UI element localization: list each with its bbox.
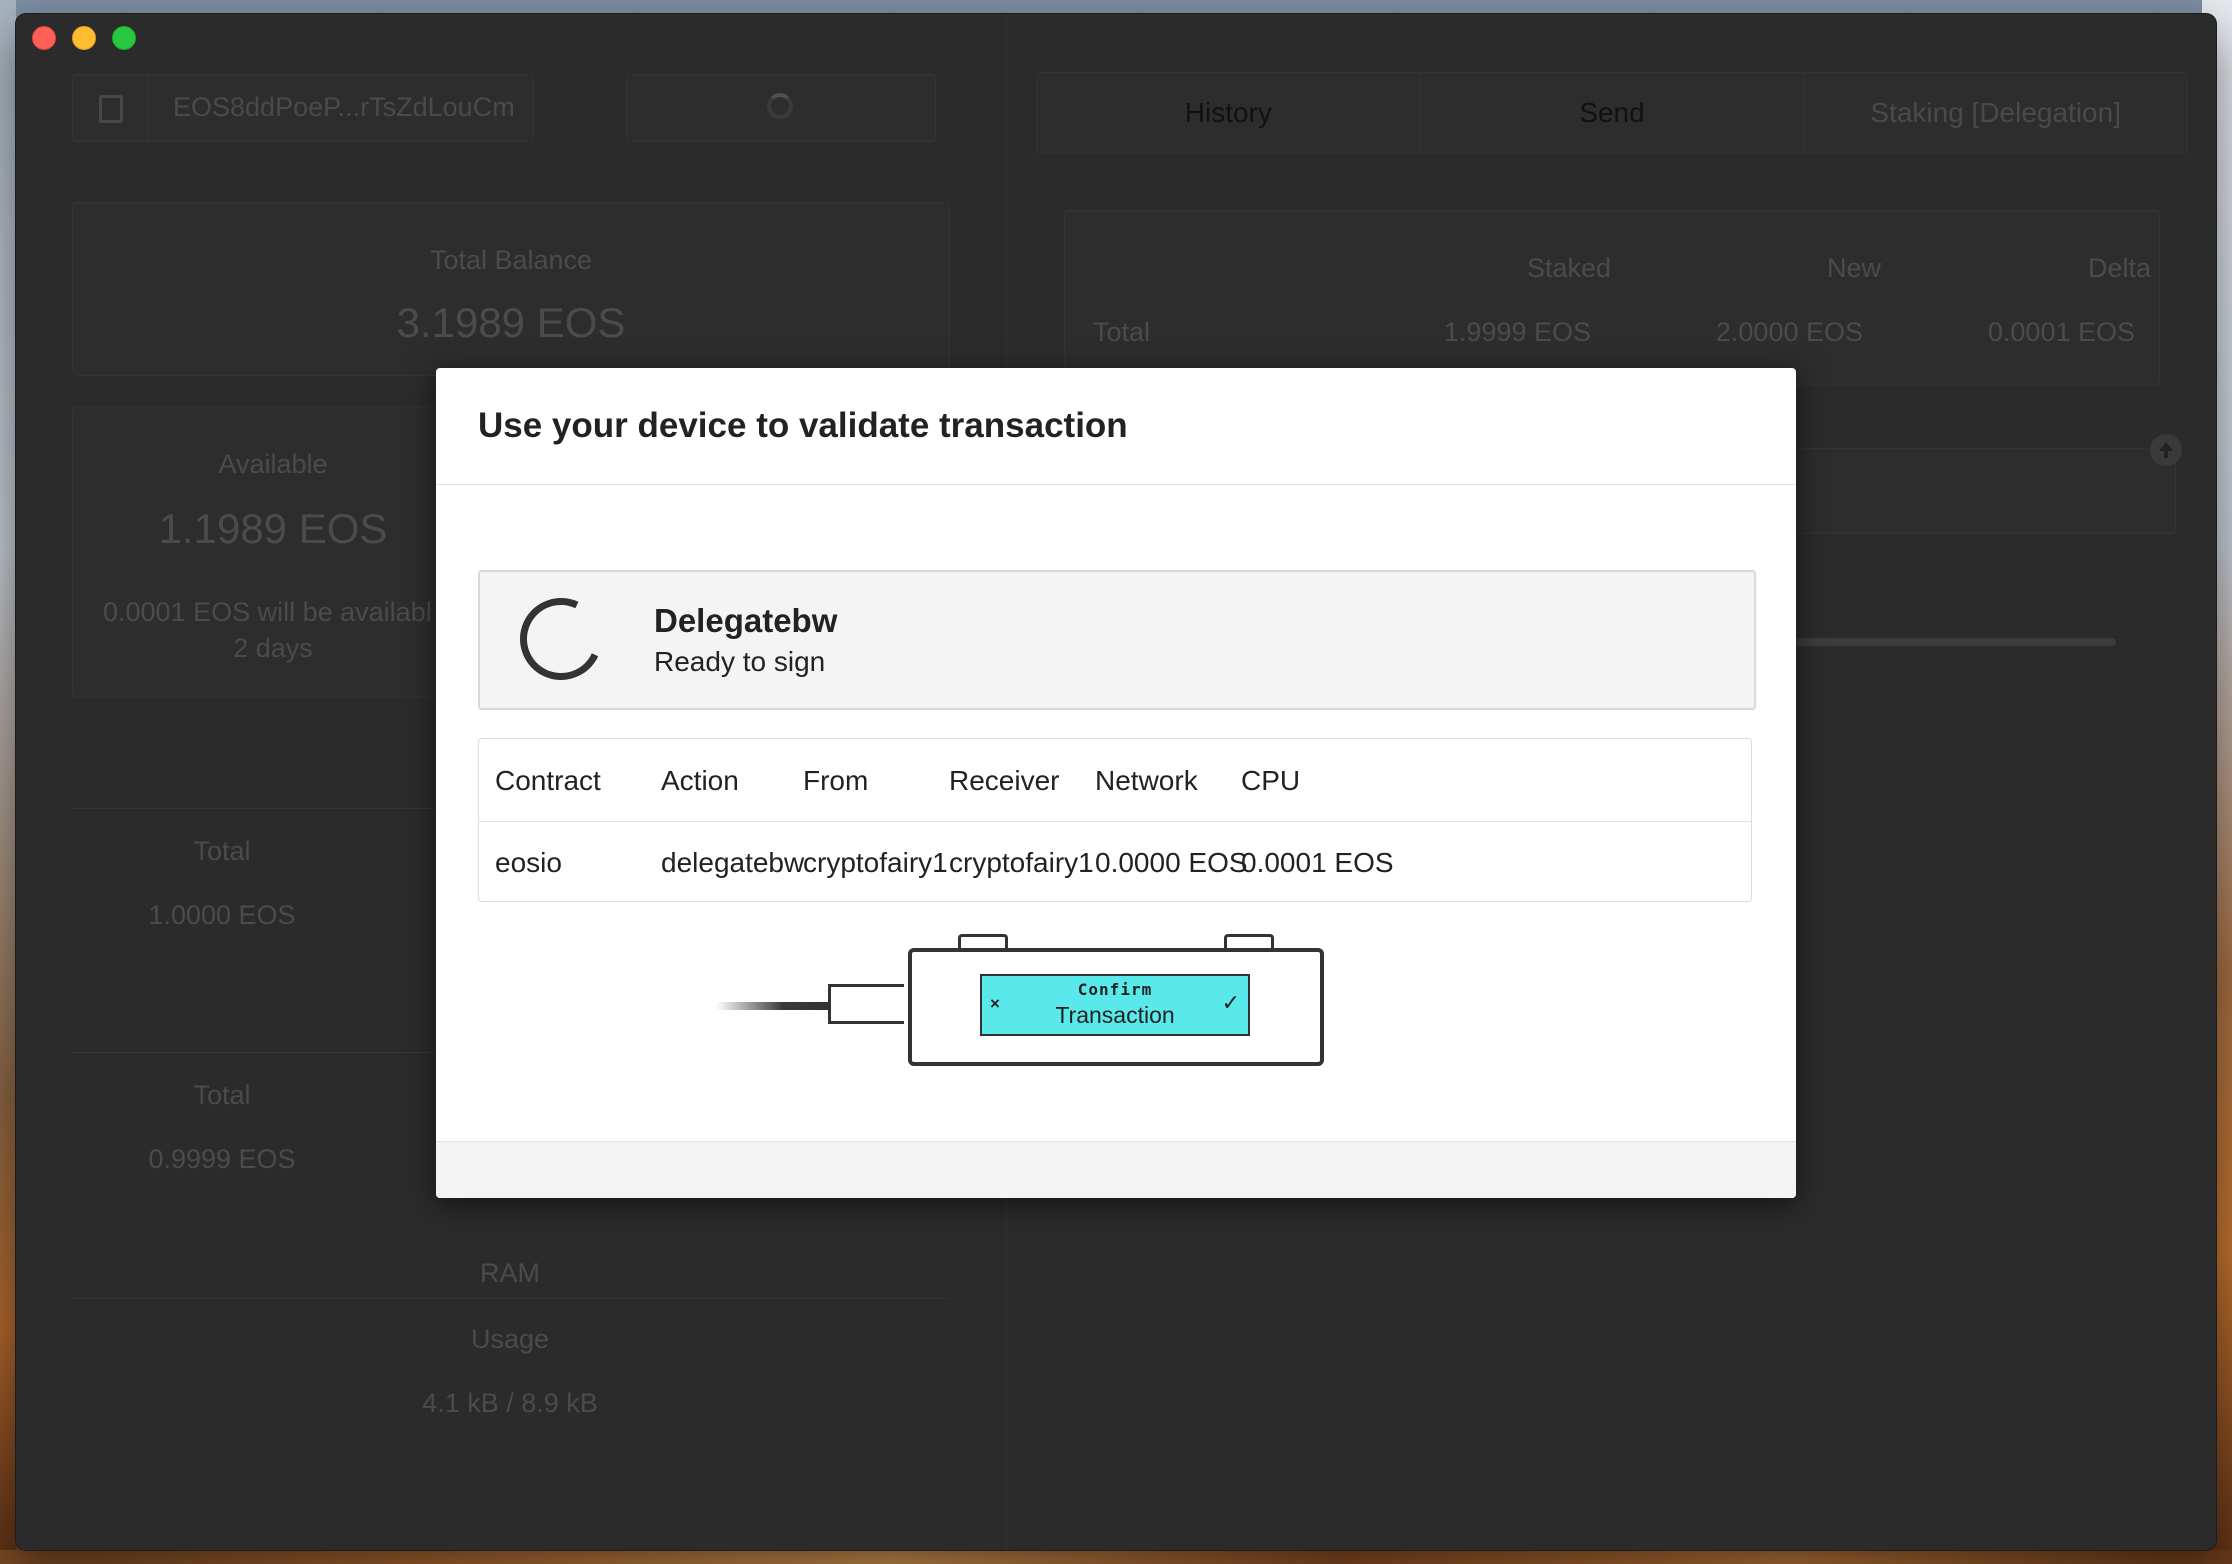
divider-line <box>72 1298 948 1299</box>
device-left-button <box>958 934 1008 948</box>
tab-staking[interactable]: Staking [Delegation] <box>1804 73 2187 153</box>
transaction-status-card: Delegatebw Ready to sign <box>478 570 1756 710</box>
modal-title: Use your device to validate transaction <box>478 406 1128 445</box>
table-row: eosio delegatebw cryptofairy1 cryptofair… <box>479 821 1751 903</box>
cell-network: 0.0000 EOS <box>1095 847 1248 878</box>
net-total-label: Total <box>193 1080 251 1110</box>
sync-status-box <box>626 74 936 142</box>
total-balance-label: Total Balance <box>429 245 593 275</box>
header-receiver: Receiver <box>949 765 1060 796</box>
header-network: Network <box>1095 765 1198 796</box>
tab-history[interactable]: History <box>1037 73 1421 153</box>
modal-header: Use your device to validate transaction <box>436 368 1796 485</box>
staked-value: 1.9999 EOS <box>1443 317 1591 347</box>
cell-cpu: 0.0001 EOS <box>1241 847 1394 878</box>
window-controls <box>32 26 136 50</box>
ram-usage-value: 4.1 kB / 8.9 kB <box>422 1388 598 1418</box>
cpu-total-value: 1.0000 EOS <box>148 900 296 930</box>
modal-footer <box>436 1141 1796 1198</box>
address-box: EOS8ddPoeP...rTsZdLouCm <box>72 74 534 142</box>
cpu-total-label: Total <box>193 836 251 866</box>
status-title: Delegatebw <box>654 602 838 639</box>
header-action: Action <box>661 765 739 796</box>
close-window-button[interactable] <box>32 26 56 50</box>
cell-receiver: cryptofairy1 <box>949 847 1094 878</box>
device-right-button <box>1224 934 1274 948</box>
cell-from: cryptofairy1 <box>803 847 948 878</box>
ram-usage-label: Usage <box>470 1324 550 1354</box>
device-screen: × Confirm Transaction ✓ <box>980 974 1250 1036</box>
minimize-window-button[interactable] <box>72 26 96 50</box>
staking-slider[interactable] <box>1776 638 2116 646</box>
total-balance-card: Total Balance 3.1989 EOS <box>72 202 950 376</box>
device-screen-line2: Transaction <box>1055 1002 1175 1028</box>
confirm-check-icon: ✓ <box>1221 990 1240 1015</box>
main-tabs: History Send Staking [Delegation] <box>1036 72 2188 154</box>
summary-row-label: Total <box>1093 317 1151 347</box>
available-card: Available 1.1989 EOS 0.0001 EOS will be … <box>72 406 474 698</box>
divider-line <box>72 808 472 809</box>
header-from: From <box>803 765 869 796</box>
progress-ring-icon <box>508 586 614 692</box>
ram-label: RAM <box>480 1258 540 1288</box>
total-balance-value: 3.1989 EOS <box>396 299 626 346</box>
copy-icon <box>99 95 123 123</box>
status-subtitle: Ready to sign <box>654 646 826 677</box>
available-note: 0.0001 EOS will be availabl <box>103 597 432 627</box>
device-screen-line1: Confirm <box>1077 980 1153 999</box>
transaction-details-table: Contract Action From Receiver Network CP… <box>478 738 1752 902</box>
tab-send[interactable]: Send <box>1421 73 1805 153</box>
arrow-up-icon[interactable] <box>2150 434 2182 466</box>
delta-header: Delta <box>2087 253 2151 283</box>
cell-contract: eosio <box>495 847 562 878</box>
wallpaper-bottom-edge <box>0 1550 2232 1564</box>
usb-cable <box>716 1002 828 1010</box>
loading-spinner-icon <box>767 93 793 119</box>
wallpaper-left-edge <box>0 0 16 1564</box>
zoom-window-button[interactable] <box>112 26 136 50</box>
new-value: 2.0000 EOS <box>1715 317 1863 347</box>
staked-header: Staked <box>1526 253 1611 283</box>
validate-transaction-modal: Use your device to validate transaction … <box>436 368 1796 1198</box>
staking-input-box[interactable] <box>1776 448 2176 534</box>
account-address: EOS8ddPoeP...rTsZdLouCm <box>173 92 515 122</box>
divider-line <box>72 1052 472 1053</box>
net-total-value: 0.9999 EOS <box>148 1144 296 1174</box>
header-contract: Contract <box>495 765 601 796</box>
copy-address-button[interactable] <box>73 75 148 141</box>
header-cpu: CPU <box>1241 765 1301 796</box>
cell-action: delegatebw <box>661 847 805 878</box>
available-label: Available <box>218 449 328 479</box>
available-value: 1.1989 EOS <box>158 505 388 552</box>
new-header: New <box>1826 253 1881 283</box>
delta-value: 0.0001 EOS <box>1987 317 2135 347</box>
staking-summary-card: Staked New Delta Total 1.9999 EOS 2.0000… <box>1064 210 2160 386</box>
usb-connector <box>828 984 904 1024</box>
available-note-days: 2 days <box>233 633 313 663</box>
table-header-row: Contract Action From Receiver Network CP… <box>479 739 1751 822</box>
